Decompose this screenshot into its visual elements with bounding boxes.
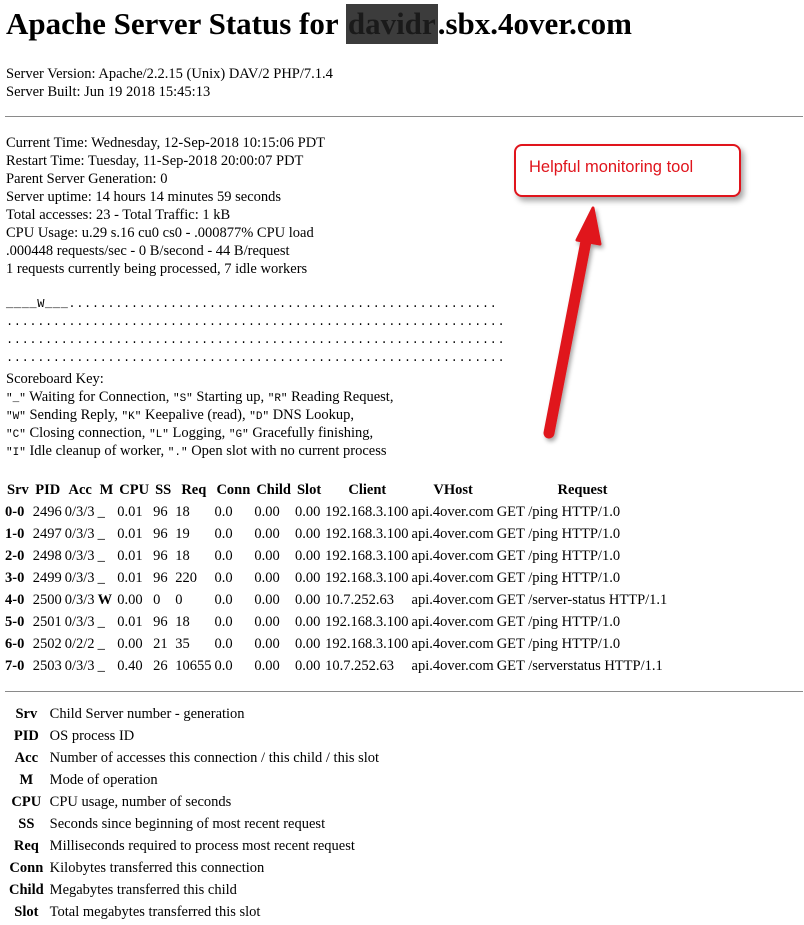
annotation-text: Helpful monitoring tool: [529, 158, 694, 176]
annotation-arrow: [543, 206, 602, 439]
annotation-callout: Helpful monitoring tool: [514, 144, 741, 197]
